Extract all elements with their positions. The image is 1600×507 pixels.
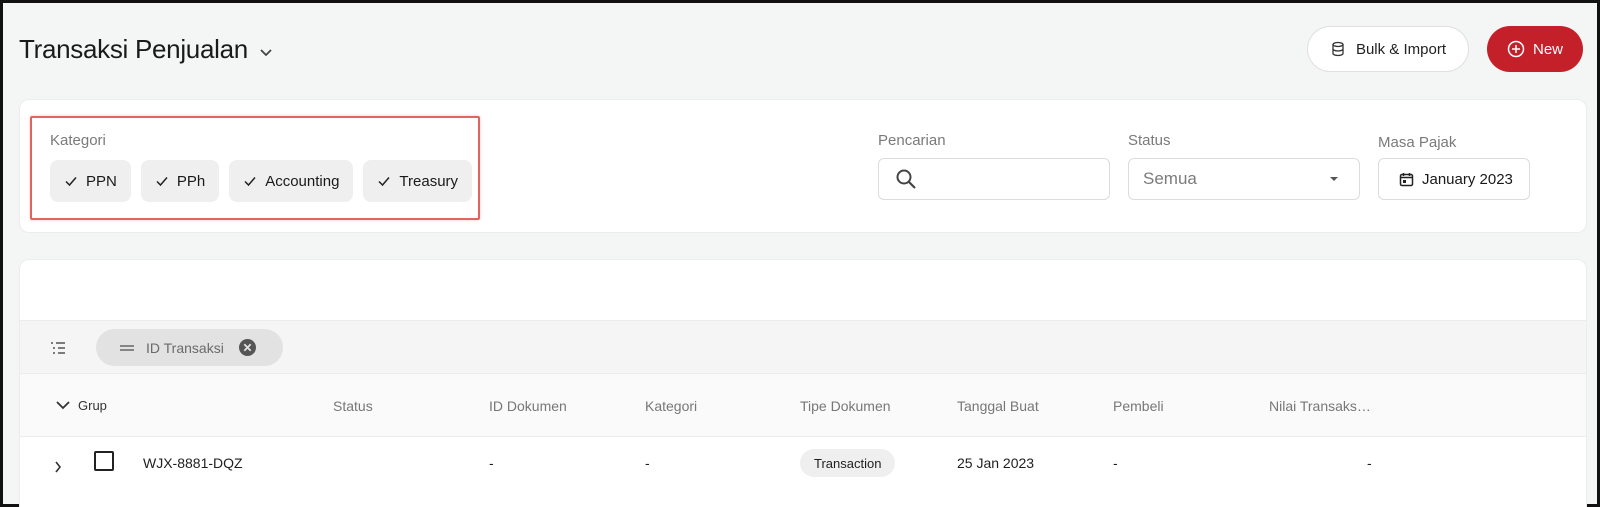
check-icon bbox=[244, 177, 256, 187]
database-icon bbox=[1332, 41, 1344, 57]
filter-card: Kategori PPN PPh Accounting Treasury Pen… bbox=[19, 99, 1587, 233]
chip-label: Treasury bbox=[399, 172, 459, 190]
cell-kategori: - bbox=[645, 455, 650, 471]
status-value: Semua bbox=[1143, 169, 1197, 188]
pencarian-label: Pencarian bbox=[878, 132, 946, 149]
status-select[interactable]: Semua bbox=[1128, 158, 1360, 200]
kategori-label: Kategori bbox=[50, 132, 106, 149]
chevron-right-icon[interactable] bbox=[54, 461, 62, 473]
check-icon bbox=[156, 177, 168, 187]
status-label: Status bbox=[1128, 132, 1171, 149]
group-by-label: ID Transaksi bbox=[146, 339, 224, 356]
chip-label: PPh bbox=[176, 172, 206, 190]
chip-pph[interactable]: PPh bbox=[140, 160, 220, 202]
cell-tipe-dokumen: Transaction bbox=[800, 449, 896, 477]
cell-grup: WJX-8881-DQZ bbox=[143, 455, 243, 471]
chevron-down-icon bbox=[260, 49, 272, 57]
title-dropdown[interactable]: Transaksi Penjualan bbox=[19, 34, 274, 65]
calendar-icon bbox=[1399, 172, 1414, 186]
col-tipe-dokumen[interactable]: Tipe Dokumen bbox=[800, 398, 891, 414]
col-pembeli[interactable]: Pembeli bbox=[1113, 398, 1164, 414]
page-title: Transaksi Penjualan bbox=[19, 33, 248, 64]
col-nilai-transaksi[interactable]: Nilai Transaks… bbox=[1269, 398, 1371, 414]
table-header: Grup Status ID Dokumen Kategori Tipe Dok… bbox=[20, 374, 1586, 437]
cell-tanggal-buat: 25 Jan 2023 bbox=[957, 455, 1035, 471]
table-toolbar: ID Transaksi bbox=[20, 320, 1586, 374]
cell-id-dokumen: - bbox=[489, 455, 494, 471]
search-icon bbox=[896, 169, 916, 189]
collapse-all-icon[interactable] bbox=[56, 400, 70, 410]
new-button[interactable]: New bbox=[1486, 26, 1583, 72]
check-icon bbox=[65, 177, 77, 187]
cell-pembeli: - bbox=[1113, 455, 1118, 471]
page-header: Transaksi Penjualan Bulk & Import New bbox=[19, 25, 1583, 73]
chip-label: PPN bbox=[86, 172, 117, 190]
close-circle-icon[interactable] bbox=[238, 338, 257, 357]
chip-treasury[interactable]: Treasury bbox=[363, 160, 473, 202]
chip-ppn[interactable]: PPN bbox=[50, 160, 131, 202]
kategori-filter-group: Kategori PPN PPh Accounting Treasury bbox=[30, 116, 480, 220]
kategori-chips: PPN PPh Accounting Treasury bbox=[50, 160, 473, 202]
group-list-icon[interactable] bbox=[48, 338, 68, 358]
header-actions: Bulk & Import New bbox=[1306, 26, 1583, 72]
search-input[interactable] bbox=[878, 158, 1110, 200]
drag-handle-icon bbox=[120, 344, 134, 351]
bulk-import-label: Bulk & Import bbox=[1355, 40, 1446, 58]
transactions-table: ID Transaksi Grup Status ID Dokumen Kate… bbox=[19, 259, 1587, 507]
table-row[interactable]: WJX-8881-DQZ - - Transaction 25 Jan 2023… bbox=[20, 437, 1586, 497]
masa-pajak-picker[interactable]: January 2023 bbox=[1378, 158, 1530, 200]
col-grup[interactable]: Grup bbox=[78, 398, 107, 413]
masa-pajak-value: January 2023 bbox=[1422, 170, 1513, 188]
cell-nilai-transaksi: - bbox=[1367, 455, 1372, 471]
tipe-dokumen-badge: Transaction bbox=[814, 455, 882, 471]
col-id-dokumen[interactable]: ID Dokumen bbox=[489, 398, 567, 414]
col-kategori[interactable]: Kategori bbox=[645, 398, 697, 414]
col-status[interactable]: Status bbox=[333, 398, 373, 414]
plus-circle-icon bbox=[1507, 40, 1525, 58]
col-tanggal-buat[interactable]: Tanggal Buat bbox=[957, 398, 1039, 414]
chip-label: Accounting bbox=[265, 172, 340, 190]
chip-accounting[interactable]: Accounting bbox=[229, 160, 354, 202]
group-by-chip[interactable]: ID Transaksi bbox=[96, 329, 283, 366]
check-icon bbox=[378, 177, 390, 187]
row-checkbox[interactable] bbox=[94, 451, 114, 471]
masa-pajak-label: Masa Pajak bbox=[1378, 134, 1457, 151]
caret-down-icon bbox=[1330, 177, 1338, 181]
bulk-import-button[interactable]: Bulk & Import bbox=[1306, 26, 1469, 72]
new-label: New bbox=[1532, 40, 1563, 58]
